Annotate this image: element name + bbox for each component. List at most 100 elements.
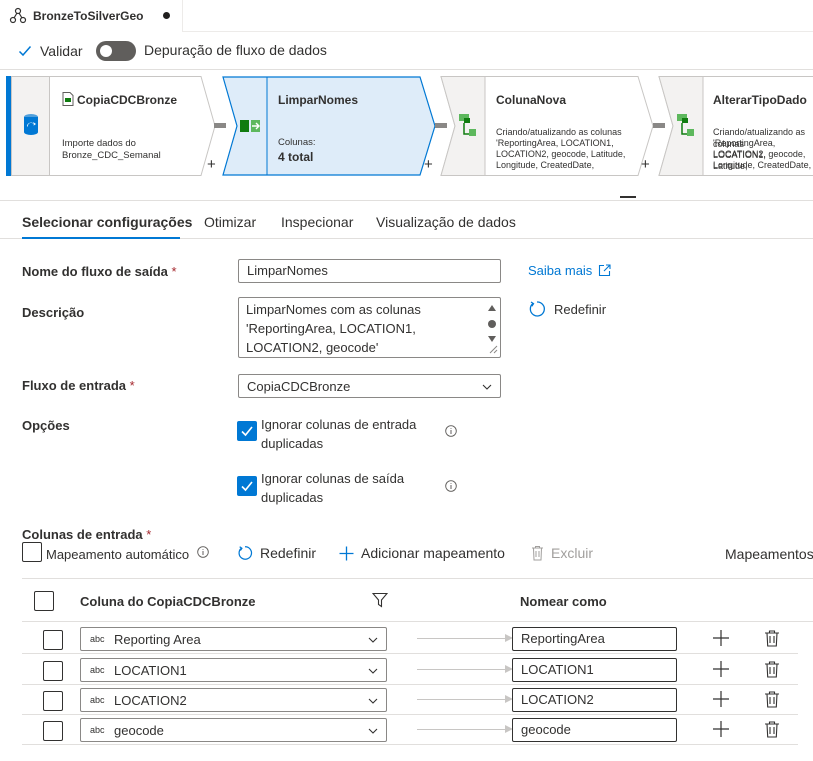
chevron-down-icon bbox=[368, 637, 378, 643]
source-column-dropdown[interactable]: abc geocode bbox=[80, 718, 387, 742]
mapping-row: abc geocode geocode bbox=[22, 715, 798, 745]
info-icon[interactable] bbox=[445, 480, 457, 492]
column-header: Coluna do CopiaCDCBronze bbox=[80, 594, 256, 609]
node-columns-value: 4 total bbox=[278, 150, 314, 164]
select-all-checkbox[interactable] bbox=[34, 591, 54, 611]
add-icon[interactable] bbox=[712, 629, 730, 647]
mapping-row: abc LOCATION2 LOCATION2 bbox=[22, 685, 798, 715]
node-limparnomes[interactable]: LimparNomes Colunas: 4 total + bbox=[222, 76, 437, 176]
trash-icon[interactable] bbox=[764, 629, 780, 647]
name-as-input[interactable]: LOCATION1 bbox=[512, 658, 677, 682]
source-column-dropdown[interactable]: abc Reporting Area bbox=[80, 627, 387, 651]
canvas-scroll-indicator[interactable] bbox=[620, 196, 636, 198]
info-icon[interactable] bbox=[445, 425, 457, 437]
row-checkbox[interactable] bbox=[43, 661, 63, 681]
reset-button[interactable]: Redefinir bbox=[528, 300, 606, 318]
description-line: 'ReportingArea, LOCATION1, bbox=[246, 321, 416, 336]
node-colunanova[interactable]: ColunaNova Criando/atualizando as coluna… bbox=[440, 76, 655, 176]
node-desc-line: Bronze_CDC_Semanal bbox=[62, 150, 161, 161]
ignore-duplicate-output-checkbox[interactable] bbox=[237, 476, 257, 496]
tab-select-settings[interactable]: Selecionar configurações bbox=[22, 214, 192, 230]
node-copiacdcbronze[interactable]: CopiaCDCBronze Importe dados do Bronze_C… bbox=[11, 76, 216, 176]
trash-icon[interactable] bbox=[764, 690, 780, 708]
dataflow-canvas[interactable]: CopiaCDCBronze Importe dados do Bronze_C… bbox=[0, 69, 813, 199]
input-columns-label: Colunas de entrada * bbox=[22, 527, 152, 542]
mapping-arrow bbox=[417, 699, 507, 700]
checkmark-icon bbox=[241, 481, 253, 492]
node-title: LimparNomes bbox=[278, 93, 359, 107]
tab-optimize[interactable]: Otimizar bbox=[204, 214, 256, 230]
source-column-value: geocode bbox=[114, 723, 164, 738]
unsaved-indicator-icon bbox=[163, 12, 170, 19]
chevron-down-icon bbox=[368, 698, 378, 704]
row-checkbox[interactable] bbox=[43, 721, 63, 741]
node-title: ColunaNova bbox=[496, 93, 567, 107]
filter-icon[interactable] bbox=[372, 592, 388, 608]
chevron-down-icon bbox=[368, 668, 378, 674]
row-checkbox[interactable] bbox=[43, 630, 63, 650]
auto-mapping-checkbox[interactable] bbox=[22, 542, 42, 562]
source-column-dropdown[interactable]: abc LOCATION2 bbox=[80, 688, 387, 712]
add-transform-button[interactable]: + bbox=[424, 156, 433, 173]
reset-label: Redefinir bbox=[554, 301, 607, 317]
tab-inspect[interactable]: Inspecionar bbox=[281, 214, 353, 230]
mapping-table-header: Coluna do CopiaCDCBronze Nomear como bbox=[22, 578, 813, 622]
mapping-reset-label: Redefinir bbox=[260, 545, 317, 561]
toggle-knob bbox=[100, 45, 112, 57]
toolbar: Validar Depuração de fluxo de dados bbox=[0, 33, 813, 69]
dataflow-icon bbox=[9, 7, 27, 24]
trash-icon[interactable] bbox=[764, 660, 780, 678]
add-mapping-button[interactable]: Adicionar mapeamento bbox=[339, 545, 505, 561]
node-desc-line: Longitude, CreatedDate, bbox=[713, 160, 812, 170]
add-icon bbox=[339, 546, 354, 560]
description-line: LimparNomes com as colunas bbox=[246, 302, 421, 317]
learn-more-link[interactable]: Saiba mais bbox=[528, 263, 611, 278]
row-checkbox[interactable] bbox=[43, 691, 63, 711]
node-alterartipodado[interactable]: AlterarTipoDado Criando/atualizando as c… bbox=[658, 76, 813, 176]
name-as-input[interactable]: ReportingArea bbox=[512, 627, 677, 651]
input-stream-label: Fluxo de entrada * bbox=[22, 378, 135, 393]
tab-data-preview[interactable]: Visualização de dados bbox=[376, 214, 516, 230]
description-line: LOCATION2, geocode' bbox=[246, 340, 379, 355]
delete-label: Excluir bbox=[551, 545, 594, 561]
ignore-duplicate-input-checkbox[interactable] bbox=[237, 421, 257, 441]
delete-button[interactable]: Excluir bbox=[531, 545, 593, 561]
select-transform-icon bbox=[240, 120, 260, 132]
derived-column-icon bbox=[459, 114, 476, 136]
reset-icon bbox=[238, 546, 253, 560]
trash-icon bbox=[532, 546, 543, 561]
name-as-input[interactable]: geocode bbox=[512, 718, 677, 742]
add-transform-button[interactable]: + bbox=[207, 156, 216, 173]
source-column-dropdown[interactable]: abc LOCATION1 bbox=[80, 658, 387, 682]
mapping-arrow bbox=[417, 729, 507, 730]
output-stream-name-input[interactable]: LimparNomes bbox=[238, 259, 501, 283]
node-title: AlterarTipoDado bbox=[713, 93, 807, 107]
mapping-arrow bbox=[417, 669, 507, 670]
ignore-duplicate-input-label: Ignorar colunas de entrada duplicadas bbox=[261, 417, 417, 451]
mapping-reset-button[interactable]: Redefinir bbox=[237, 545, 316, 561]
input-stream-dropdown[interactable]: CopiaCDCBronze bbox=[238, 374, 501, 398]
validate-button[interactable]: Validar bbox=[18, 41, 83, 61]
textarea-scrollbar[interactable] bbox=[486, 300, 498, 354]
dataflow-debug-toggle[interactable] bbox=[96, 41, 136, 61]
mappings-label: Mapeamentos bbox=[725, 546, 813, 562]
string-type-icon: abc bbox=[90, 725, 105, 735]
node-columns-label: Colunas: bbox=[278, 137, 316, 148]
add-icon[interactable] bbox=[712, 660, 730, 678]
description-textarea[interactable]: LimparNomes com as colunas 'ReportingAre… bbox=[238, 297, 501, 358]
document-tab[interactable]: BronzeToSilverGeo bbox=[0, 0, 183, 32]
node-desc-line: Importe dados do bbox=[62, 138, 136, 149]
info-icon[interactable] bbox=[197, 546, 209, 558]
add-mapping-label: Adicionar mapeamento bbox=[361, 545, 505, 561]
string-type-icon: abc bbox=[90, 695, 105, 705]
add-icon[interactable] bbox=[712, 720, 730, 738]
mapping-row: abc LOCATION1 LOCATION1 bbox=[22, 655, 798, 685]
add-transform-button[interactable]: + bbox=[641, 156, 650, 173]
name-as-input[interactable]: LOCATION2 bbox=[512, 688, 677, 712]
csv-file-icon bbox=[62, 92, 74, 106]
options-label: Opções bbox=[22, 418, 70, 433]
node-desc-line: Longitude, CreatedDate, bbox=[496, 160, 595, 170]
trash-icon[interactable] bbox=[764, 720, 780, 738]
source-dataset-icon bbox=[24, 114, 38, 135]
add-icon[interactable] bbox=[712, 690, 730, 708]
